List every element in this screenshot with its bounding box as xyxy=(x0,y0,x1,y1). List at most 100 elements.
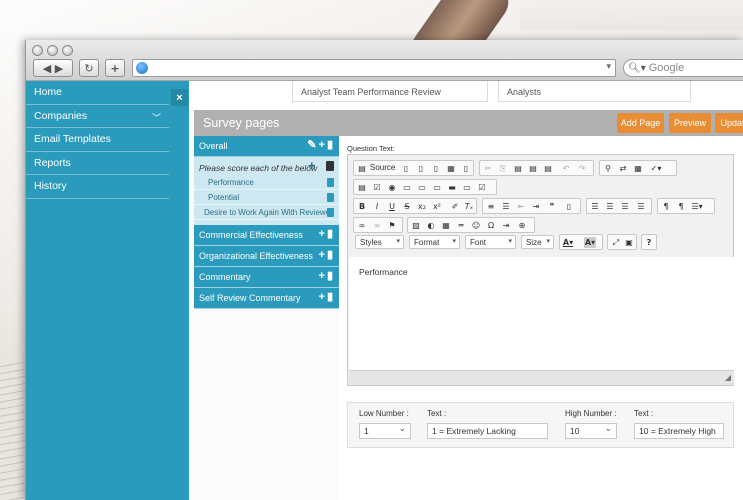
unlink-icon[interactable]: ∞ xyxy=(371,220,383,231)
source-button[interactable]: Source xyxy=(370,163,395,172)
copy-icon[interactable]: ⎘ xyxy=(497,163,509,174)
page-item-organizational-effectiveness[interactable]: Organizational Effectiveness +▮ xyxy=(194,246,339,267)
edit-add-delete-icons[interactable]: ✎+▮ xyxy=(307,138,335,151)
low-number-select[interactable]: 1 xyxy=(359,423,411,439)
sidebar-item-companies[interactable]: Companies ﹀ xyxy=(26,105,169,128)
checkbox-icon[interactable]: ☑ xyxy=(371,182,383,193)
button-icon[interactable]: ▬ xyxy=(446,182,458,193)
special-char-icon[interactable]: Ω xyxy=(485,220,497,231)
trash-icon[interactable] xyxy=(326,161,334,171)
language-icon[interactable]: ☰▾ xyxy=(691,201,703,212)
preview-button[interactable]: Preview xyxy=(669,113,711,133)
question-item[interactable]: Performance xyxy=(194,175,339,190)
blockquote-icon[interactable]: ❞ xyxy=(546,201,558,212)
question-item[interactable]: Desire to Work Again With Reviewer xyxy=(194,205,339,220)
search-input[interactable]: 🔍︎▾ Google xyxy=(623,59,743,77)
new-tab-button[interactable]: + xyxy=(105,59,125,77)
page-break-icon[interactable]: ⇥ xyxy=(500,220,512,231)
maximize-icon[interactable]: ⤢ xyxy=(610,237,622,248)
align-center-icon[interactable]: ☰ xyxy=(604,201,616,212)
url-bar[interactable]: ▾ xyxy=(132,59,616,77)
underline-icon[interactable]: U xyxy=(386,201,398,212)
background-color-icon[interactable]: A▾ xyxy=(584,237,596,248)
new-page-icon[interactable]: ▯ xyxy=(415,163,427,174)
trash-icon[interactable] xyxy=(327,178,334,187)
text-color-icon[interactable]: A▾ xyxy=(562,237,574,248)
help-icon[interactable]: ? xyxy=(643,237,655,248)
form-icon[interactable]: ▤ xyxy=(356,182,368,193)
link-icon[interactable]: ∞ xyxy=(356,220,368,231)
add-page-button[interactable]: Add Page xyxy=(617,113,664,133)
div-container-icon[interactable]: ▯ xyxy=(563,201,575,212)
ltr-icon[interactable]: ¶ xyxy=(660,201,672,212)
image-icon[interactable]: ▨ xyxy=(410,220,422,231)
replace-icon[interactable]: ⇄ xyxy=(617,163,629,174)
sidebar-item-email-templates[interactable]: Email Templates xyxy=(26,128,169,152)
hidden-field-icon[interactable]: ☑ xyxy=(476,182,488,193)
low-text-input[interactable]: 1 = Extremely Lacking xyxy=(427,423,548,439)
bulleted-list-icon[interactable]: ☰ xyxy=(500,201,512,212)
strike-icon[interactable]: S xyxy=(401,201,413,212)
editor-content[interactable]: Performance xyxy=(349,257,734,370)
trash-icon[interactable] xyxy=(327,208,334,217)
outdent-icon[interactable]: ⇤ xyxy=(515,201,527,212)
save-icon[interactable]: ▯ xyxy=(400,163,412,174)
justify-icon[interactable]: ☰ xyxy=(635,201,647,212)
resize-handle-icon[interactable]: ◢ xyxy=(725,373,731,382)
section-title[interactable]: Please score each of the below xyxy=(199,163,317,173)
reload-button[interactable]: ↻ xyxy=(79,59,99,77)
iframe-icon[interactable]: ⊕ xyxy=(516,220,528,231)
page-item-commentary[interactable]: Commentary +▮ xyxy=(194,267,339,288)
paste-text-icon[interactable]: ▤ xyxy=(527,163,539,174)
size-dropdown[interactable]: Size xyxy=(521,235,554,249)
bold-icon[interactable]: B xyxy=(356,201,368,212)
preview-icon[interactable]: ▯ xyxy=(430,163,442,174)
sidebar-item-reports[interactable]: Reports xyxy=(26,152,169,175)
group-field[interactable]: Analysts xyxy=(498,81,691,102)
print-icon[interactable]: ▦ xyxy=(445,163,457,174)
find-icon[interactable]: ⚲ xyxy=(602,163,614,174)
add-delete-icons[interactable]: +▮ xyxy=(319,290,335,303)
high-number-select[interactable]: 10 xyxy=(565,423,617,439)
question-item[interactable]: Potential xyxy=(194,190,339,205)
zoom-window-button[interactable] xyxy=(62,45,73,56)
undo-icon[interactable]: ↶ xyxy=(560,163,572,174)
close-sidebar-button[interactable]: × xyxy=(171,89,188,106)
redo-icon[interactable]: ↷ xyxy=(576,163,588,174)
format-painter-icon[interactable]: ✐ xyxy=(449,201,461,212)
back-forward-button[interactable]: ◀ ▶ xyxy=(33,59,73,77)
superscript-icon[interactable]: x² xyxy=(431,201,443,212)
page-item-self-review-commentary[interactable]: Self Review Commentary +▮ xyxy=(194,288,339,309)
spellcheck-icon[interactable]: ✓▾ xyxy=(650,163,662,174)
italic-icon[interactable]: I xyxy=(371,201,383,212)
page-item-commercial-effectiveness[interactable]: Commercial Effectiveness +▮ xyxy=(194,225,339,246)
paste-word-icon[interactable]: ▤ xyxy=(542,163,554,174)
flash-icon[interactable]: ◐ xyxy=(425,220,437,231)
table-icon[interactable]: ▦ xyxy=(440,220,452,231)
rtl-icon[interactable]: ¶ xyxy=(675,201,687,212)
select-all-icon[interactable]: ▦ xyxy=(632,163,644,174)
select-icon[interactable]: ▭ xyxy=(431,182,443,193)
add-delete-icons[interactable]: +▮ xyxy=(319,269,335,282)
add-delete-icons[interactable]: +▮ xyxy=(319,227,335,240)
paste-icon[interactable]: ▤ xyxy=(512,163,524,174)
textfield-icon[interactable]: ▭ xyxy=(401,182,413,193)
radio-icon[interactable]: ◉ xyxy=(386,182,398,193)
font-dropdown[interactable]: Font xyxy=(465,235,516,249)
sidebar-item-home[interactable]: Home xyxy=(26,81,169,105)
update-button[interactable]: Update xyxy=(715,113,743,133)
minimize-window-button[interactable] xyxy=(47,45,58,56)
survey-name-field[interactable]: Analyst Team Performance Review xyxy=(292,81,488,102)
align-left-icon[interactable]: ☰ xyxy=(589,201,601,212)
templates-icon[interactable]: ▯ xyxy=(460,163,472,174)
remove-format-icon[interactable]: Tₓ xyxy=(463,201,475,212)
numbered-list-icon[interactable]: ≡ xyxy=(485,201,497,212)
close-window-button[interactable] xyxy=(32,45,43,56)
source-icon[interactable]: ▤ xyxy=(356,163,368,174)
cut-icon[interactable]: ✂ xyxy=(482,163,494,174)
trash-icon[interactable] xyxy=(327,193,334,202)
show-blocks-icon[interactable]: ▣ xyxy=(623,237,635,248)
align-right-icon[interactable]: ☰ xyxy=(619,201,631,212)
format-dropdown[interactable]: Format xyxy=(409,235,460,249)
page-item-overall[interactable]: Overall ✎+▮ xyxy=(194,136,339,157)
